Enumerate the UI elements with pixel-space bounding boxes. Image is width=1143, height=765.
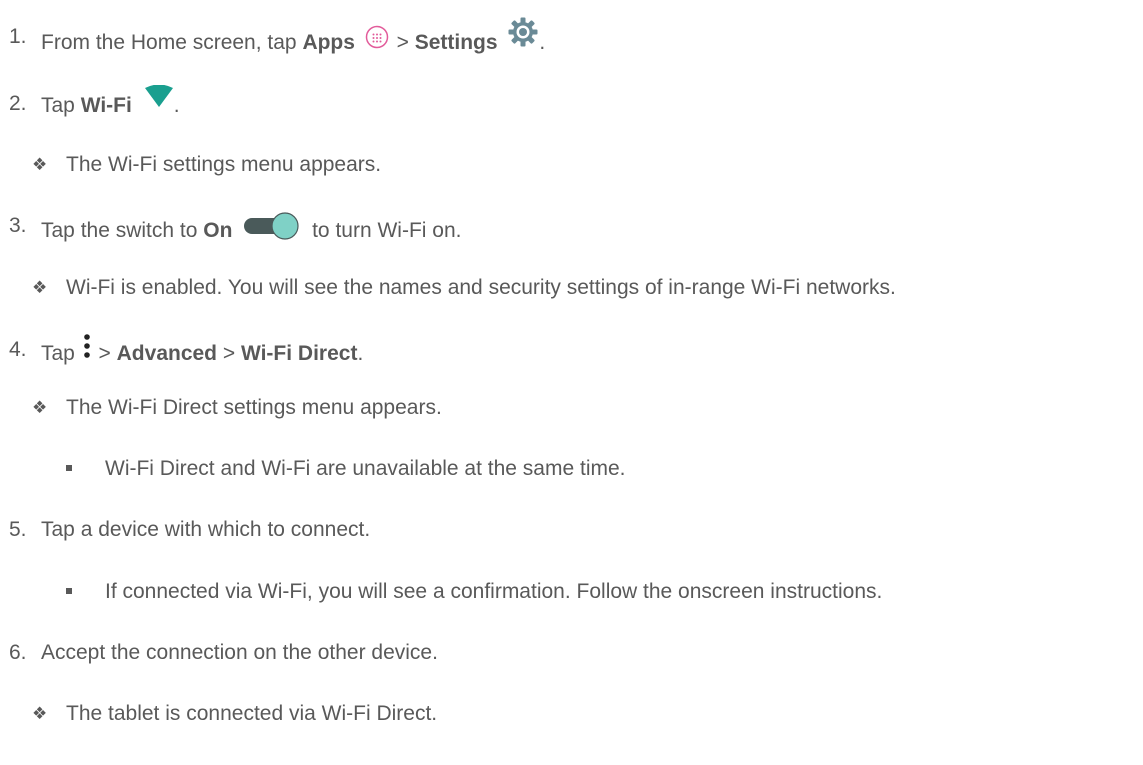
toggle-switch-icon	[242, 211, 302, 248]
wifi-direct-label: Wi-Fi Direct	[240, 342, 358, 366]
step-text: Tap Wi-Fi .	[41, 84, 180, 122]
note-text: The Wi-Fi Direct settings menu appears.	[66, 396, 442, 419]
subnote-text: Wi-Fi Direct and Wi-Fi are unavailable a…	[105, 457, 626, 480]
step-text: From the Home screen, tap Apps > Setting…	[41, 17, 545, 63]
diamond-bullet-icon: ❖	[32, 704, 48, 723]
on-label: On	[203, 219, 233, 243]
step-text: Tap the switch to On to turn Wi-Fi on.	[41, 211, 461, 250]
gear-icon	[507, 16, 539, 55]
step-number: 4.	[9, 338, 27, 361]
subnote-text: If connected via Wi-Fi, you will see a c…	[105, 580, 883, 603]
step-6-note: ❖ The tablet is connected via Wi-Fi Dire…	[0, 701, 1143, 727]
step-2: 2. Tap Wi-Fi .	[0, 84, 1143, 117]
step-number: 1.	[9, 25, 27, 48]
step-number: 6.	[9, 641, 27, 664]
diamond-bullet-icon: ❖	[32, 278, 48, 297]
step-number: 3.	[9, 214, 27, 237]
step-5-subnote: If connected via Wi-Fi, you will see a c…	[0, 579, 1143, 605]
step-1: 1. From the Home screen, tap Apps > Sett…	[0, 17, 1143, 54]
diamond-bullet-icon: ❖	[32, 155, 48, 174]
step-text: Tap a device with which to connect.	[41, 518, 371, 541]
advanced-label: Advanced	[116, 342, 218, 366]
step-6: 6. Accept the connection on the other de…	[0, 640, 1143, 666]
apps-icon	[365, 25, 389, 56]
step-4: 4. Tap > Advanced > Wi-Fi Direct.	[0, 334, 1143, 365]
wifi-icon	[144, 84, 174, 116]
note-text: The Wi-Fi settings menu appears.	[66, 153, 382, 176]
step-3-note: ❖ Wi-Fi is enabled. You will see the nam…	[0, 275, 1143, 301]
note-text: Wi-Fi is enabled. You will see the names…	[66, 276, 896, 299]
step-5: 5. Tap a device with which to connect.	[0, 517, 1143, 543]
square-bullet-icon	[66, 588, 72, 594]
step-2-note: ❖ The Wi-Fi settings menu appears.	[0, 152, 1143, 178]
note-text: The tablet is connected via Wi-Fi Direct…	[66, 702, 438, 725]
step-4-subnote: Wi-Fi Direct and Wi-Fi are unavailable a…	[0, 456, 1143, 482]
wifi-label: Wi-Fi	[80, 94, 132, 118]
step-4-note: ❖ The Wi-Fi Direct settings menu appears…	[0, 395, 1143, 421]
step-text: Tap > Advanced > Wi-Fi Direct.	[41, 334, 363, 372]
diamond-bullet-icon: ❖	[32, 398, 48, 417]
settings-label: Settings	[414, 31, 498, 55]
more-vert-icon	[83, 333, 91, 368]
step-text: Accept the connection on the other devic…	[41, 641, 438, 664]
step-number: 2.	[9, 92, 27, 115]
step-3: 3. Tap the switch to On to turn Wi-Fi on…	[0, 212, 1143, 242]
step-number: 5.	[9, 518, 27, 541]
square-bullet-icon	[66, 465, 72, 471]
apps-label: Apps	[302, 31, 355, 55]
